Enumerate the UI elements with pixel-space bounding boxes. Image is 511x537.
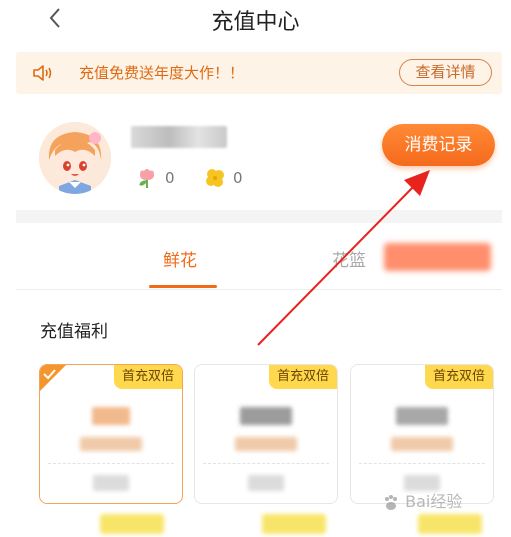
redacted-strip xyxy=(418,514,482,534)
tab-flower-basket[interactable]: 花篮 xyxy=(332,246,366,271)
view-details-button[interactable]: 查看详情 xyxy=(399,59,492,86)
redacted-tab-overlay xyxy=(384,243,491,271)
section-divider xyxy=(16,210,502,223)
flower-balance: 0 xyxy=(135,166,195,192)
amount-blurred xyxy=(240,407,292,425)
tab-flowers[interactable]: 鲜花 xyxy=(163,246,197,271)
tabs-divider xyxy=(16,289,502,290)
redacted-strip xyxy=(262,514,326,534)
amount-blurred xyxy=(396,407,448,425)
baidu-jingyan-watermark: Bai经验 xyxy=(382,488,462,512)
price-blurred xyxy=(248,475,284,491)
page-title: 充值中心 xyxy=(211,10,300,35)
first-recharge-double-badge: 首充双倍 xyxy=(424,365,493,389)
recharge-option-card[interactable]: 首充双倍 xyxy=(39,364,183,504)
flower-icon xyxy=(139,169,154,188)
username-blurred xyxy=(131,126,227,148)
first-recharge-double-badge: 首充双倍 xyxy=(113,365,182,389)
flower-count: 0 xyxy=(165,169,175,187)
promo-notice-text: 充值免费送年度大作！！ xyxy=(79,64,245,82)
bonus-blurred xyxy=(391,437,453,451)
watermark-text: Bai经验 xyxy=(405,492,463,511)
active-tab-indicator xyxy=(149,285,217,288)
bonus-blurred xyxy=(80,437,142,451)
recharge-benefits-heading: 充值福利 xyxy=(40,322,108,342)
card-divider xyxy=(359,463,485,464)
redacted-strip xyxy=(100,514,164,534)
anime-avatar-image xyxy=(39,122,111,194)
consumption-records-button[interactable]: 消费记录 xyxy=(382,124,495,166)
clover-balance: 0 xyxy=(203,166,263,192)
clover-icon xyxy=(206,169,224,187)
paw-icon xyxy=(385,494,397,510)
recharge-option-card[interactable]: 首充双倍 xyxy=(194,364,338,504)
clover-count: 0 xyxy=(233,169,243,187)
first-recharge-double-badge: 首充双倍 xyxy=(268,365,337,389)
speaker-icon xyxy=(33,65,52,81)
promo-notice-bar: 充值免费送年度大作！！ 查看详情 xyxy=(16,52,502,94)
top-bar: 充值中心 xyxy=(0,0,511,42)
card-divider xyxy=(203,463,329,464)
avatar[interactable] xyxy=(39,122,111,194)
price-blurred xyxy=(93,475,129,491)
recharge-center-page: 充值中心 充值免费送年度大作！！ 查看详情 0 0 消费记录 鲜花 花篮 充值福… xyxy=(0,0,511,537)
recharge-option-card[interactable]: 首充双倍 xyxy=(350,364,494,504)
bonus-blurred xyxy=(235,437,297,451)
card-divider xyxy=(48,463,174,464)
amount-blurred xyxy=(92,407,130,425)
selected-check-icon xyxy=(40,365,66,391)
